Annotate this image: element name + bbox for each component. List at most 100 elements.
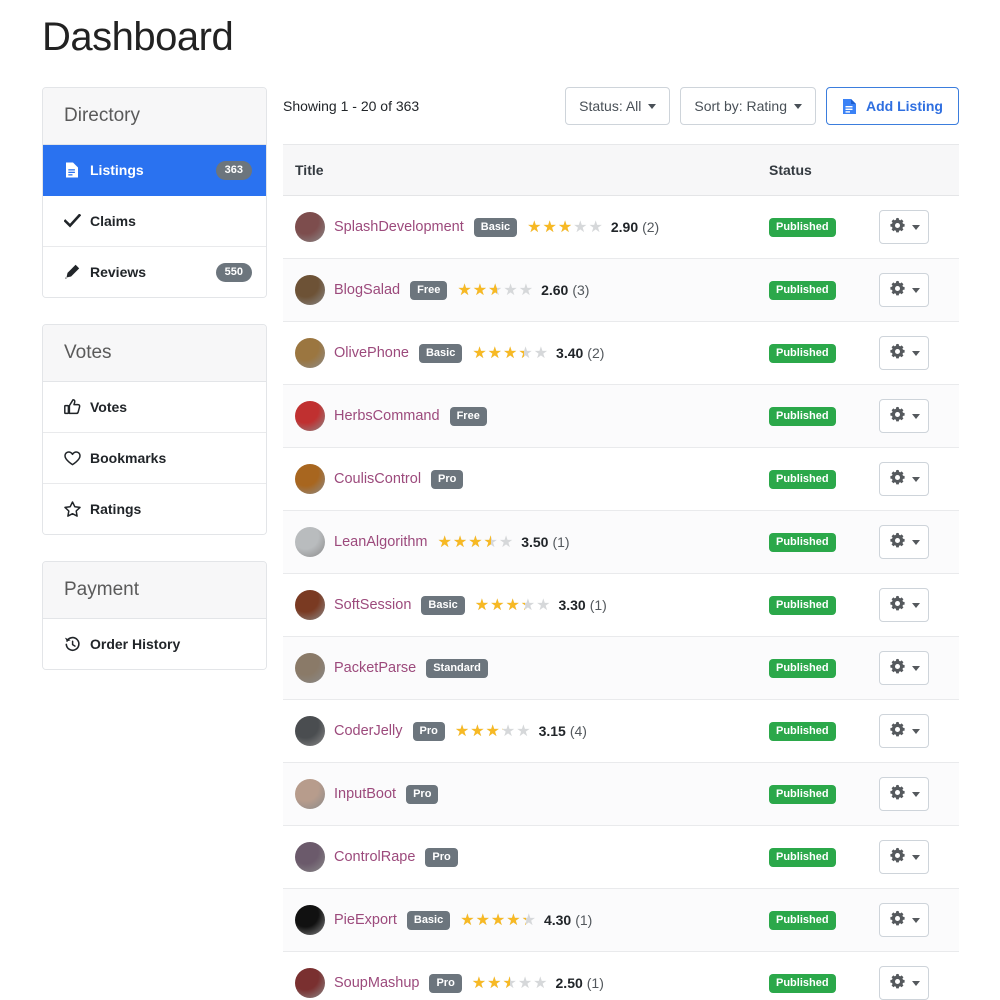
star-rating-icon: ★★★★★★★★★★ [474,596,552,614]
table-row: CoderJelly Pro ★★★★★★★★★★ 3.15(4) Published [283,700,959,763]
sidebar-item-listings[interactable]: Listings 363 [43,145,266,196]
listings-table: Title Status SplashDevelopment Basic ★★★★★… [283,144,959,1000]
rating: ★★★★★★★★★★ 2.90(2) [527,219,659,236]
cell-actions [879,903,959,937]
pencil-icon [63,263,81,281]
gear-icon [889,532,906,552]
row-actions-dropdown[interactable] [879,777,929,811]
sort-by-dropdown[interactable]: Sort by: Rating [680,87,816,125]
gear-icon [889,217,906,237]
column-header-title: Title [295,162,324,178]
listing-title-link[interactable]: SoupMashup [334,975,419,991]
listing-title-link[interactable]: PieExport [334,912,397,928]
history-icon [63,635,81,653]
cell-actions [879,966,959,1000]
row-actions-dropdown[interactable] [879,210,929,244]
cell-actions [879,714,959,748]
rating-count: (1) [589,597,607,613]
cell-title: HerbsCommand Free [283,401,769,431]
listing-title-link[interactable]: SoftSession [334,597,411,613]
cell-title: OlivePhone Basic ★★★★★★★★★★ 3.40(2) [283,338,769,368]
gear-icon [889,469,906,489]
listing-title-link[interactable]: BlogSalad [334,282,400,298]
plan-badge: Pro [425,847,458,867]
row-actions-dropdown[interactable] [879,588,929,622]
avatar [295,968,325,998]
row-actions-dropdown[interactable] [879,525,929,559]
table-body: SplashDevelopment Basic ★★★★★★★★★★2.90(2) P… [283,196,959,1000]
sidebar-item-badge: 363 [215,160,252,180]
cell-status: Published [769,406,879,426]
chevron-down-icon [794,103,802,109]
chevron-down-icon [911,287,920,293]
cell-actions [879,273,959,307]
listing-title-link[interactable]: CoderJelly [334,723,403,739]
chevron-down-icon [911,665,920,671]
table-row: LeanAlgorithm ★★★★★★★★★★ 3.50(1) Published [283,511,959,574]
status-badge: Published [769,281,836,300]
sidebar-item-order-history[interactable]: Order History [43,619,266,669]
avatar [295,338,325,368]
plan-badge: Basic [473,217,518,237]
star-rating-icon: ★★★★★★★★★★ [472,344,550,362]
avatar [295,275,325,305]
rating: ★★★★★★★★★★ 3.15(4) [455,723,587,740]
avatar [295,401,325,431]
sidebar-item-label: Claims [90,213,136,229]
sidebar-card-payment: Payment Order History [42,561,267,670]
sidebar-item-claims[interactable]: Claims [43,196,266,247]
listings-toolbar: Showing 1 - 20 of 363 Status: All Sort b… [283,86,959,126]
gear-icon [889,910,906,930]
chevron-down-icon [911,602,920,608]
rating-count: (1) [575,912,593,928]
listing-title-link[interactable]: InputBoot [334,786,396,802]
rating-count: (3) [572,282,590,298]
row-actions-dropdown[interactable] [879,336,929,370]
sidebar-item-bookmarks[interactable]: Bookmarks [43,433,266,484]
listing-title-link[interactable]: HerbsCommand [334,408,440,424]
row-actions-dropdown[interactable] [879,714,929,748]
showing-count: Showing 1 - 20 of 363 [283,98,420,114]
listing-title-link[interactable]: LeanAlgorithm [334,534,428,550]
row-actions-dropdown[interactable] [879,462,929,496]
cell-status: Published [769,910,879,930]
rating-score: 3.15 [538,723,566,739]
listing-title-link[interactable]: ControlRape [334,849,415,865]
listing-title-link[interactable]: SplashDevelopment [334,219,464,235]
cell-title: ControlRape Pro [283,842,769,872]
cell-actions [879,777,959,811]
cell-actions [879,210,959,244]
star-rating-icon: ★★★★★★★★★★ [457,281,535,299]
table-row: SoupMashup Pro ★★★★★★★★★★ 2.50(1) Published [283,952,959,1000]
sidebar-item-label: Reviews [90,264,147,280]
avatar [295,653,325,683]
listing-title-link[interactable]: PacketParse [334,660,416,676]
row-actions-dropdown[interactable] [879,840,929,874]
status-badge: Published [769,407,836,426]
chevron-down-icon [911,413,920,419]
row-actions-dropdown[interactable] [879,651,929,685]
cell-title: CoderJelly Pro ★★★★★★★★★★ 3.15(4) [283,716,769,746]
sidebar-item-ratings[interactable]: Ratings [43,484,266,534]
table-row: SoftSession Basic ★★★★★★★★★★ 3.30(1) Publish… [283,574,959,637]
row-actions-dropdown[interactable] [879,903,929,937]
listing-title-link[interactable]: OlivePhone [334,345,409,361]
star-rating-icon: ★★★★★★★★★★ [471,974,549,992]
listing-title-link[interactable]: CoulisControl [334,471,421,487]
row-actions-dropdown[interactable] [879,966,929,1000]
row-actions-dropdown[interactable] [879,273,929,307]
row-actions-dropdown[interactable] [879,399,929,433]
sidebar-item-votes[interactable]: Votes [43,382,266,433]
rating: ★★★★★★★★★★ 3.30(1) [475,597,607,614]
column-header-status: Status [769,162,812,178]
plan-badge: Basic [418,343,463,363]
chevron-down-icon [911,854,920,860]
sidebar-item-reviews[interactable]: Reviews 550 [43,247,266,297]
status-filter-dropdown[interactable]: Status: All [565,87,671,125]
add-listing-button[interactable]: Add Listing [826,87,959,125]
rating: ★★★★★★★★★★ 2.50(1) [472,975,604,992]
avatar [295,590,325,620]
table-row: PacketParse Standard Published [283,637,959,700]
rating-count: (1) [586,975,604,991]
status-badge: Published [769,659,836,678]
